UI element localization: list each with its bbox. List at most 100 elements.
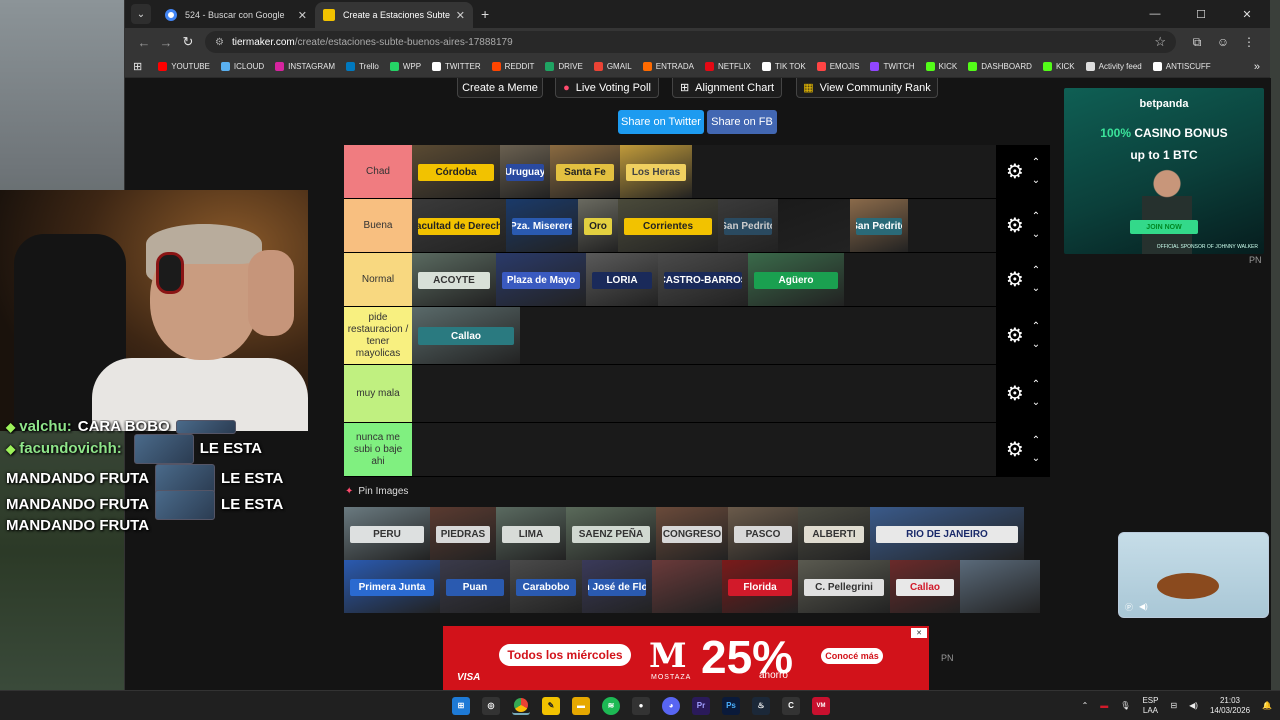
tier-item-image[interactable]: Los Heras bbox=[620, 145, 692, 198]
chevron-up-icon[interactable]: ⌃ bbox=[1032, 154, 1040, 172]
maximize-icon[interactable]: ☐ bbox=[1178, 8, 1224, 21]
chevron-down-icon[interactable]: ⌄ bbox=[1032, 280, 1040, 298]
tab-google[interactable]: 524 - Buscar con Google ✕ bbox=[157, 2, 315, 28]
address-bar[interactable]: ⚙ tiermaker.com/create/estaciones-subte-… bbox=[205, 31, 1176, 53]
bookmark-item[interactable]: ANTISCUFF bbox=[1152, 62, 1211, 71]
tier-label[interactable]: pide restauracion / tener mayolicas bbox=[344, 307, 412, 364]
volume-icon[interactable]: ◀) bbox=[1139, 602, 1148, 613]
tier-item-image[interactable]: San Pedrito bbox=[718, 199, 778, 252]
gear-icon[interactable]: ⚙ bbox=[1006, 323, 1024, 348]
chevron-up-icon[interactable]: ⌃ bbox=[1032, 318, 1040, 336]
gear-icon[interactable]: ⚙ bbox=[1006, 381, 1024, 406]
tier-item-image[interactable]: C. Pellegrini bbox=[798, 560, 890, 613]
windows-start-icon[interactable]: ⊞ bbox=[452, 696, 470, 715]
site-info-icon[interactable]: ⚙ bbox=[215, 37, 224, 48]
tier-item-image[interactable]: Carabobo bbox=[510, 560, 582, 613]
file-explorer-icon[interactable]: ▬ bbox=[572, 696, 590, 715]
bookmark-item[interactable]: DRIVE bbox=[545, 62, 583, 71]
chevron-down-icon[interactable]: ⌄ bbox=[1032, 336, 1040, 354]
minimize-icon[interactable]: — bbox=[1132, 8, 1178, 21]
gear-icon[interactable]: ⚙ bbox=[1006, 213, 1024, 238]
tier-item-image[interactable]: ACOYTE bbox=[412, 253, 496, 306]
tier-item-image[interactable]: San José de Flores bbox=[582, 560, 652, 613]
menu-kebab-icon[interactable]: ⋮ bbox=[1236, 35, 1262, 49]
bookmark-item[interactable]: KICK bbox=[1042, 62, 1075, 71]
tier-item-image[interactable]: Santa Fe bbox=[550, 145, 620, 198]
chevron-down-icon[interactable]: ⌄ bbox=[1032, 226, 1040, 244]
tier-item-image[interactable]: LORIA bbox=[586, 253, 658, 306]
tier-item-image[interactable]: ALBERTI bbox=[798, 507, 870, 560]
ad-conoce-button[interactable]: Conocé más bbox=[821, 648, 883, 664]
chevron-down-icon[interactable]: ⌄ bbox=[1032, 450, 1040, 468]
chrome-icon[interactable] bbox=[512, 696, 530, 715]
view-community-rank-button[interactable]: ▦ View Community Rank bbox=[796, 78, 938, 98]
pn-badge-icon[interactable]: Ⓟ bbox=[1125, 602, 1133, 613]
tier-item-image[interactable]: CASTRO-BARROS bbox=[658, 253, 748, 306]
microphone-icon[interactable]: 🎙 bbox=[1120, 701, 1130, 710]
bookmark-item[interactable]: TWITCH bbox=[870, 62, 915, 71]
close-window-icon[interactable]: ✕ bbox=[1224, 8, 1270, 21]
bookmark-star-icon[interactable]: ☆ bbox=[1154, 34, 1166, 50]
tier-item-image[interactable]: Puan bbox=[440, 560, 510, 613]
tier-item-image[interactable] bbox=[652, 560, 722, 613]
tier-item-image[interactable]: PASCO bbox=[728, 507, 798, 560]
create-meme-button[interactable]: Create a Meme bbox=[457, 78, 543, 98]
tier-item-image[interactable] bbox=[778, 199, 850, 252]
close-tab-icon[interactable]: ✕ bbox=[456, 9, 465, 22]
tier-label[interactable]: muy mala bbox=[344, 365, 412, 422]
share-twitter-button[interactable]: Share on Twitter bbox=[618, 110, 704, 134]
tier-item-image[interactable]: RIO DE JANEIRO bbox=[870, 507, 1024, 560]
volume-icon[interactable]: ◀) bbox=[1189, 701, 1198, 710]
network-icon[interactable]: ⊟ bbox=[1170, 701, 1177, 710]
bookmark-item[interactable]: GMAIL bbox=[593, 62, 632, 71]
tier-item-image[interactable]: Plaza de Mayo bbox=[496, 253, 586, 306]
bookmark-item[interactable]: EMOJIS bbox=[816, 62, 859, 71]
tier-item-image[interactable]: San Pedrito bbox=[850, 199, 908, 252]
ad-join-button[interactable]: JOIN NOW bbox=[1130, 220, 1198, 234]
tier-item-image[interactable]: Corrientes bbox=[618, 199, 718, 252]
tier-label[interactable]: Chad bbox=[344, 145, 412, 198]
close-tab-icon[interactable]: ✕ bbox=[298, 9, 307, 22]
tier-label[interactable]: Normal bbox=[344, 253, 412, 306]
bookmark-item[interactable]: TWITTER bbox=[432, 62, 481, 71]
bookmark-item[interactable]: TIK TOK bbox=[761, 62, 806, 71]
sticky-notes-icon[interactable]: ✎ bbox=[542, 696, 560, 715]
profile-avatar-icon[interactable]: ☺ bbox=[1210, 35, 1236, 49]
reload-icon[interactable]: ↻ bbox=[177, 34, 199, 50]
bookmark-item[interactable]: Activity feed bbox=[1085, 62, 1142, 71]
bookmark-item[interactable]: NETFLIX bbox=[704, 62, 751, 71]
tier-item-image[interactable]: LIMA bbox=[496, 507, 566, 560]
bookmark-item[interactable]: REDDIT bbox=[491, 62, 534, 71]
tier-item-image[interactable]: Pza. Miserere bbox=[506, 199, 578, 252]
flag-icon[interactable]: ▬ bbox=[1100, 701, 1108, 710]
tier-item-image[interactable]: PIEDRAS bbox=[430, 507, 496, 560]
tier-item-image[interactable]: Córdoba bbox=[412, 145, 500, 198]
steam-icon[interactable]: ♨ bbox=[752, 696, 770, 715]
chevron-up-icon[interactable]: ⌃ bbox=[1032, 262, 1040, 280]
steam-alt-icon[interactable]: ◎ bbox=[482, 696, 500, 715]
bookmark-item[interactable]: INSTAGRAM bbox=[275, 62, 335, 71]
chevron-down-icon[interactable]: ⌄ bbox=[1032, 172, 1040, 190]
bookmark-item[interactable]: Trello bbox=[346, 62, 379, 71]
tier-item-image[interactable]: Oro bbox=[578, 199, 618, 252]
mini-video-player[interactable]: Ⓟ ◀) bbox=[1118, 532, 1269, 618]
tier-item-image[interactable]: Facultad de Derecho bbox=[412, 199, 506, 252]
tier-item-image[interactable]: Agüero bbox=[748, 253, 844, 306]
language-indicator[interactable]: ESP LAA bbox=[1142, 696, 1158, 716]
gear-icon[interactable]: ⚙ bbox=[1006, 437, 1024, 462]
tier-item-image[interactable]: Callao bbox=[890, 560, 960, 613]
clock[interactable]: 21:03 14/03/2026 bbox=[1210, 696, 1250, 716]
apps-grid-icon[interactable]: ⊞ bbox=[133, 60, 142, 73]
tier-item-image[interactable]: Primera Junta bbox=[344, 560, 440, 613]
discord-icon[interactable]: ◕ bbox=[662, 696, 680, 715]
bookmark-item[interactable]: ENTRADA bbox=[642, 62, 694, 71]
bookmark-item[interactable]: KICK bbox=[925, 62, 957, 71]
new-tab-icon[interactable]: + bbox=[481, 6, 489, 22]
ad-close-icon[interactable]: ✕ bbox=[911, 628, 927, 638]
spotify-icon[interactable]: ≋ bbox=[602, 696, 620, 715]
gear-icon[interactable]: ⚙ bbox=[1006, 159, 1024, 184]
forward-arrow-icon[interactable]: → bbox=[155, 35, 177, 50]
bookmark-item[interactable]: WPP bbox=[389, 62, 421, 71]
bookmark-item[interactable]: YOUTUBE bbox=[158, 62, 210, 71]
tab-tiermaker[interactable]: Create a Estaciones Subte Buen ✕ bbox=[315, 2, 473, 28]
